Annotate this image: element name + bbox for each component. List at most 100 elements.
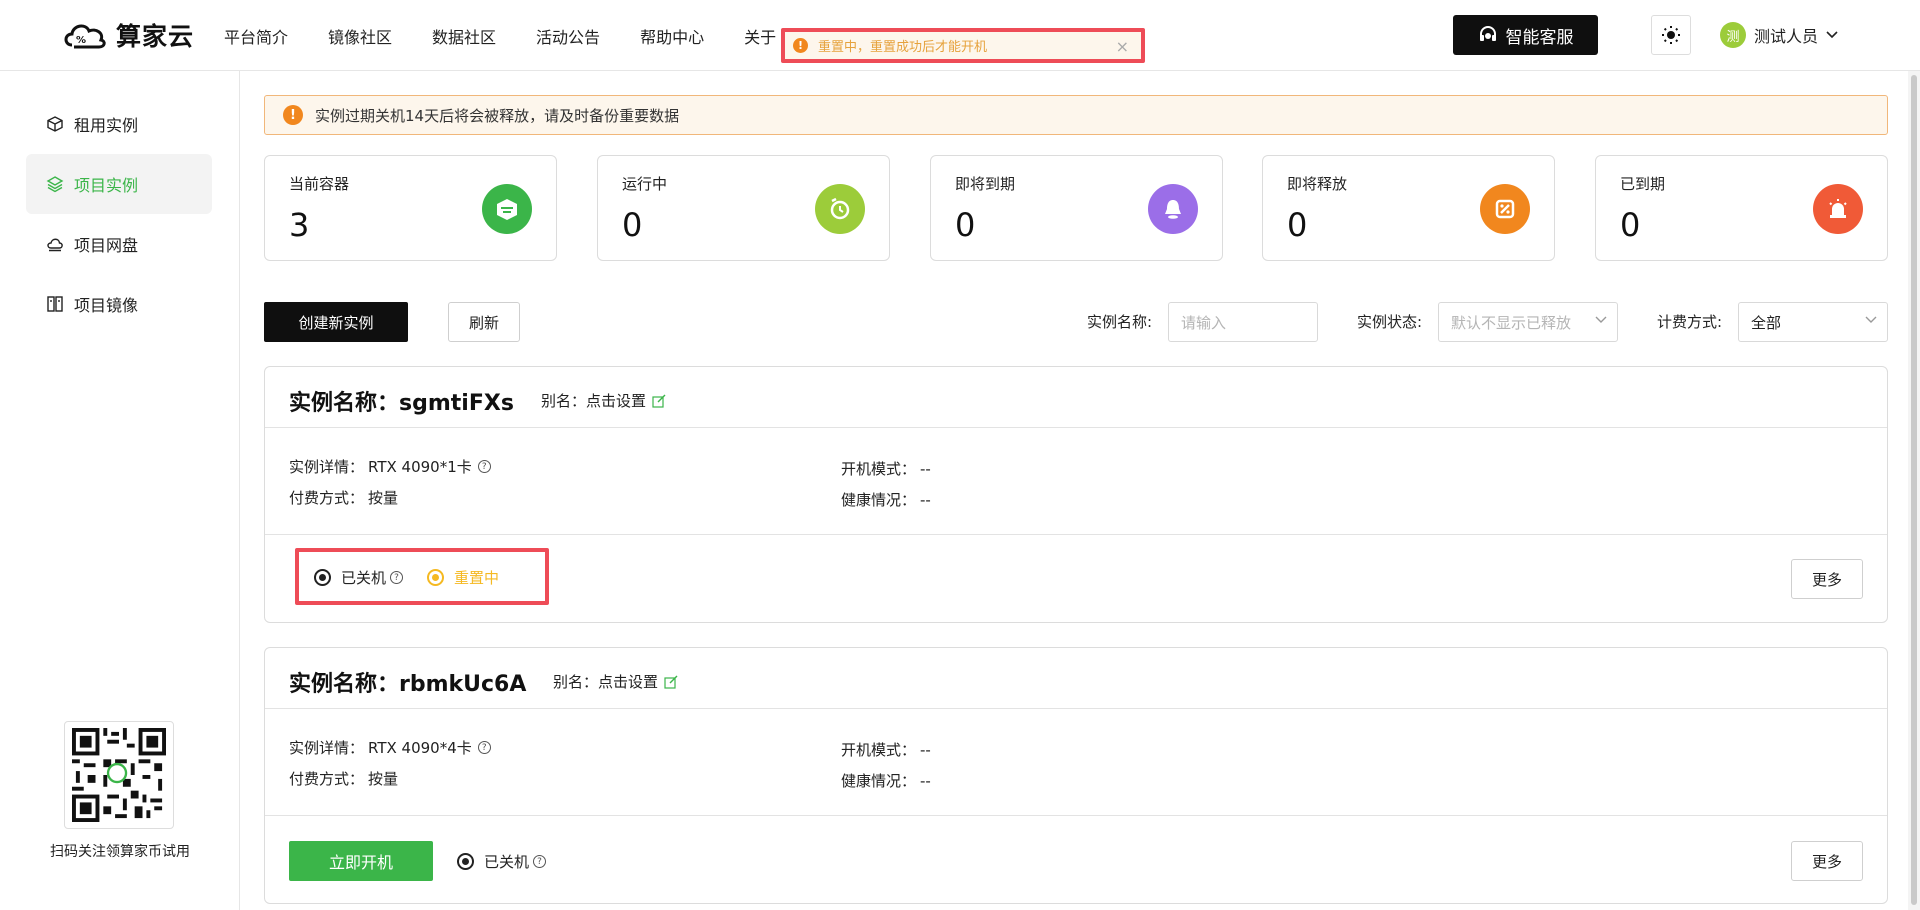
qr-code [64, 721, 174, 829]
chevron-down-icon [1595, 316, 1607, 323]
nav-item-about[interactable]: 关于 [744, 24, 776, 48]
billing-method-select[interactable]: 全部 [1738, 302, 1888, 342]
toast-message: 重置中，重置成功后才能开机 [818, 40, 988, 55]
sun-icon [1662, 26, 1680, 44]
health-value: -- [920, 771, 931, 790]
status-text: 已关机 [341, 569, 387, 587]
sidebar-item-project-drive[interactable]: 项目网盘 [26, 214, 212, 274]
instance-name-label: 实例名称: [1087, 313, 1153, 331]
reset-toast: ! 重置中，重置成功后才能开机 × [781, 28, 1145, 63]
instance-card: 实例名称：rbmkUc6A 别名：点击设置 实例详情： RTX 4090*4卡 … [264, 647, 1888, 904]
cloud-logo-icon: % [64, 24, 106, 49]
instance-status-label: 实例状态: [1357, 313, 1423, 331]
alias-label: 别名：点击设置 [541, 392, 647, 410]
health-status: 健康情况： -- [841, 770, 931, 791]
cloud-drive-icon [47, 238, 63, 252]
pay-value: 按量 [368, 489, 399, 507]
qr-code-image [72, 728, 166, 822]
theme-toggle[interactable] [1651, 15, 1691, 55]
instance-status: 已关机 ? [457, 851, 547, 872]
nav-item-help[interactable]: 帮助中心 [640, 24, 704, 48]
user-menu[interactable]: 测 测试人员 [1720, 22, 1838, 48]
help-icon[interactable]: ? [477, 460, 491, 473]
pay-label: 付费方式： [289, 489, 365, 507]
billing-method-label: 计费方式: [1657, 313, 1723, 331]
instance-name-input[interactable]: 请输入 [1168, 302, 1318, 342]
bell-icon [1148, 184, 1198, 234]
image-icon [47, 296, 63, 312]
alias-setting[interactable]: 别名：点击设置 [541, 390, 666, 411]
stat-card-running: 运行中 0 [597, 155, 890, 261]
alert-message: 实例过期关机14天后将会被释放，请及时备份重要数据 [315, 106, 680, 125]
start-now-button[interactable]: 立即开机 [289, 841, 433, 881]
stat-value: 3 [289, 206, 310, 244]
support-button[interactable]: 智能客服 [1453, 15, 1598, 55]
layers-icon [46, 176, 64, 193]
support-label: 智能客服 [1505, 27, 1574, 48]
alarm-icon [1813, 184, 1863, 234]
divider [265, 708, 1887, 709]
payment-method: 付费方式： 按量 [289, 487, 398, 508]
mode-value: -- [920, 740, 931, 759]
top-header: % 算家云 平台简介 镜像社区 数据社区 活动公告 帮助中心 关于 ! 重置中，… [0, 0, 1920, 71]
warning-icon: ! [793, 38, 808, 53]
more-button[interactable]: 更多 [1791, 841, 1863, 881]
close-icon[interactable]: × [1116, 37, 1129, 56]
sidebar-item-label: 项目实例 [74, 176, 139, 195]
pay-label: 付费方式： [289, 770, 365, 788]
create-instance-button[interactable]: 创建新实例 [264, 302, 408, 342]
status-dot-icon [457, 853, 474, 870]
mode-label: 开机模式： [841, 460, 917, 478]
expiry-alert: ! 实例过期关机14天后将会被释放，请及时备份重要数据 [264, 95, 1888, 135]
stat-label: 已到期 [1620, 175, 1666, 193]
nav-item-events[interactable]: 活动公告 [536, 24, 600, 48]
scrollbar-thumb[interactable] [1911, 75, 1917, 905]
help-icon[interactable]: ? [390, 571, 404, 584]
stat-value: 0 [955, 206, 976, 244]
nav-item-data[interactable]: 数据社区 [432, 24, 496, 48]
sidebar-item-label: 租用实例 [74, 116, 139, 135]
sidebar-item-project-instance[interactable]: 项目实例 [26, 154, 212, 214]
alias-setting[interactable]: 别名：点击设置 [553, 671, 678, 692]
qr-caption: 扫码关注领算家币试用 [50, 844, 190, 860]
scrollbar[interactable] [1908, 71, 1920, 910]
logo[interactable]: % 算家云 [62, 12, 194, 58]
warning-icon: ! [283, 105, 303, 125]
help-icon[interactable]: ? [477, 741, 491, 754]
edit-icon [652, 394, 666, 408]
headset-icon [1479, 26, 1496, 41]
nav-item-images[interactable]: 镜像社区 [328, 24, 392, 48]
alias-label: 别名：点击设置 [553, 673, 659, 691]
stat-card-expired: 已到期 0 [1595, 155, 1888, 261]
health-label: 健康情况： [841, 491, 917, 509]
release-icon [1480, 184, 1530, 234]
instance-detail: 实例详情： RTX 4090*4卡 ? [289, 737, 491, 758]
health-label: 健康情况： [841, 772, 917, 790]
nav-item-intro[interactable]: 平台简介 [224, 24, 288, 48]
status-dot-icon [314, 569, 331, 586]
sidebar-item-rent-instance[interactable]: 租用实例 [26, 94, 212, 154]
sidebar-item-project-image[interactable]: 项目镜像 [26, 274, 212, 334]
svg-text:%: % [76, 35, 86, 46]
refresh-button[interactable]: 刷新 [448, 302, 520, 342]
stat-card-expiring: 即将到期 0 [930, 155, 1223, 261]
cube-icon [47, 116, 63, 132]
help-icon[interactable]: ? [533, 855, 547, 868]
instance-title: 实例名称：rbmkUc6A [289, 672, 527, 697]
stat-label: 即将到期 [955, 175, 1016, 193]
divider [265, 427, 1887, 428]
instance-status: 已关机 ? 重置中 [314, 567, 499, 588]
mode-label: 开机模式： [841, 741, 917, 759]
health-status: 健康情况： -- [841, 489, 931, 510]
sidebar-item-label: 项目网盘 [74, 236, 139, 255]
divider [265, 815, 1887, 816]
instance-status-select[interactable]: 默认不显示已释放 [1438, 302, 1618, 342]
user-name: 测试人员 [1754, 27, 1819, 46]
stat-label: 即将释放 [1287, 175, 1348, 193]
sub-status-text: 重置中 [454, 569, 500, 587]
more-button[interactable]: 更多 [1791, 559, 1863, 599]
input-placeholder: 请输入 [1181, 313, 1227, 332]
avatar: 测 [1720, 22, 1746, 48]
mode-value: -- [920, 459, 931, 478]
health-value: -- [920, 490, 931, 509]
